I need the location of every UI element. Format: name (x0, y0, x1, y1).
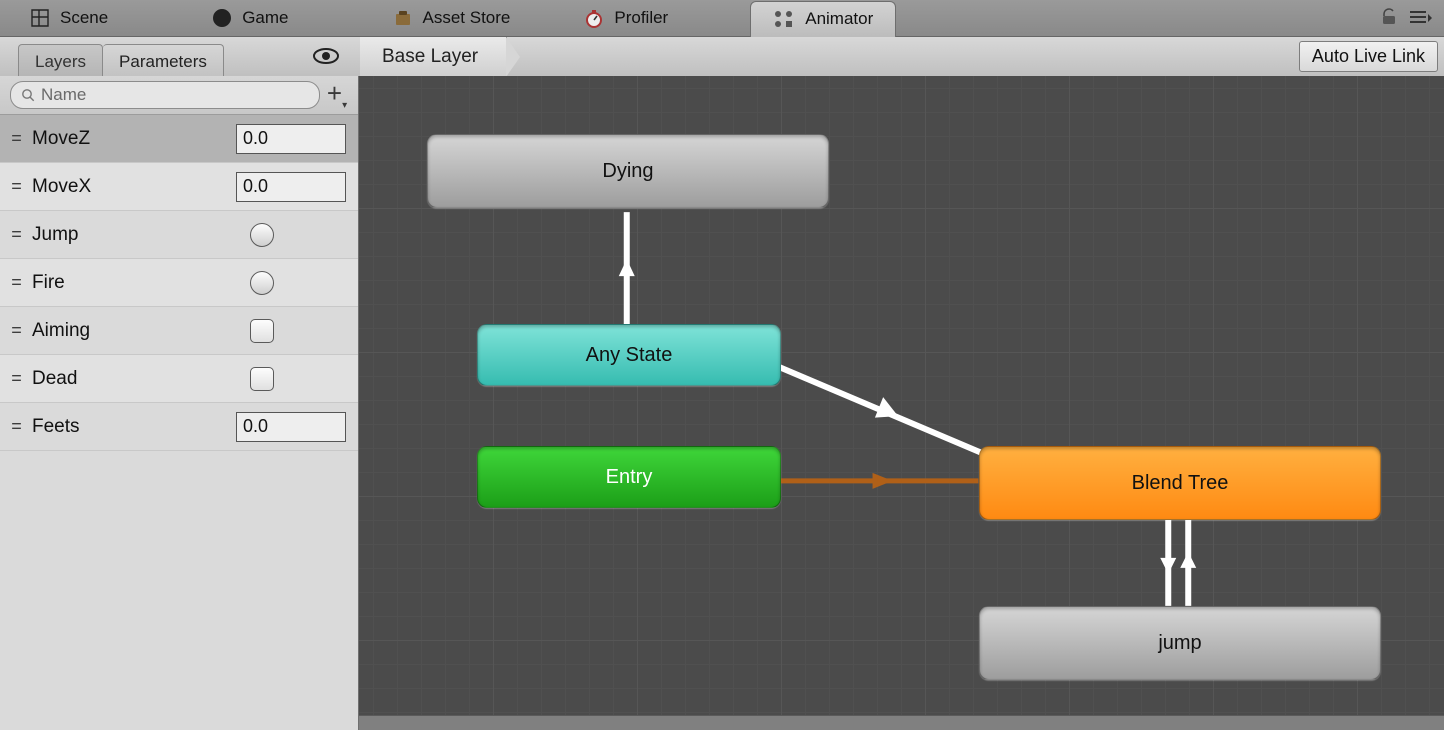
tab-label: Game (242, 8, 288, 28)
node-label: Entry (606, 466, 653, 489)
animator-graph[interactable]: Dying Any State Entry Blend Tree jump (359, 76, 1444, 730)
state-node-blend-tree[interactable]: Blend Tree (979, 446, 1381, 520)
breadcrumb: Base Layer (360, 37, 507, 77)
parameter-row[interactable]: = Dead (0, 355, 358, 403)
tab-label: Scene (60, 8, 108, 28)
parameter-name: Aiming (26, 320, 250, 342)
drag-handle-icon[interactable]: = (6, 368, 26, 389)
parameter-bool-checkbox[interactable] (250, 319, 274, 343)
parameter-value-field[interactable]: 0.0 (236, 172, 346, 202)
node-label: Blend Tree (1132, 472, 1229, 495)
state-node-jump[interactable]: jump (979, 606, 1381, 680)
animator-toolbar: Layers Parameters Base Layer Auto Live L… (0, 37, 1444, 78)
horizontal-scrollbar[interactable] (359, 715, 1444, 730)
tab-profiler[interactable]: Profiler (562, 0, 690, 36)
subtab-label: Layers (35, 52, 86, 72)
parameter-row[interactable]: = Fire (0, 259, 358, 307)
drag-handle-icon[interactable]: = (6, 320, 26, 341)
breadcrumb-label: Base Layer (382, 46, 478, 68)
parameter-list: = MoveZ 0.0 = MoveX 0.0 = Jump = Fire (0, 115, 358, 730)
scene-icon (30, 8, 50, 28)
parameter-row[interactable]: = Feets 0.0 (0, 403, 358, 451)
auto-live-link-button[interactable]: Auto Live Link (1299, 41, 1438, 72)
tab-label: Profiler (614, 8, 668, 28)
search-icon (21, 88, 35, 102)
tab-label: Animator (805, 9, 873, 29)
parameter-row[interactable]: = Jump (0, 211, 358, 259)
parameter-name: Fire (26, 272, 250, 294)
animator-icon (773, 9, 795, 29)
state-node-dying[interactable]: Dying (427, 134, 829, 208)
asset-store-icon (393, 8, 413, 28)
subtab-layers[interactable]: Layers (18, 44, 103, 77)
parameter-trigger-radio[interactable] (250, 271, 274, 295)
breadcrumb-item[interactable]: Base Layer (360, 37, 507, 77)
parameter-name: Dead (26, 368, 250, 390)
parameter-name: Jump (26, 224, 250, 246)
tab-asset-store[interactable]: Asset Store (371, 0, 533, 36)
profiler-icon (584, 8, 604, 28)
add-parameter-button[interactable]: +▾ (326, 78, 348, 111)
state-node-entry[interactable]: Entry (477, 446, 781, 508)
parameter-search-input[interactable]: Name (10, 81, 320, 109)
subtab-label: Parameters (119, 52, 207, 72)
node-label: jump (1158, 632, 1201, 655)
parameter-row[interactable]: = MoveZ 0.0 (0, 115, 358, 163)
node-label: Any State (586, 344, 673, 367)
game-icon (212, 8, 232, 28)
parameter-name: Feets (26, 416, 236, 438)
drag-handle-icon[interactable]: = (6, 128, 26, 149)
tab-animator[interactable]: Animator (750, 1, 896, 37)
drag-handle-icon[interactable]: = (6, 176, 26, 197)
parameter-name: MoveX (26, 176, 236, 198)
node-label: Dying (602, 160, 653, 183)
parameter-value-field[interactable]: 0.0 (236, 412, 346, 442)
parameter-row[interactable]: = Aiming (0, 307, 358, 355)
lock-icon[interactable] (1380, 8, 1398, 26)
parameter-trigger-radio[interactable] (250, 223, 274, 247)
drag-handle-icon[interactable]: = (6, 416, 26, 437)
drag-handle-icon[interactable]: = (6, 272, 26, 293)
parameter-name: MoveZ (26, 128, 236, 150)
parameter-bool-checkbox[interactable] (250, 367, 274, 391)
parameter-value-field[interactable]: 0.0 (236, 124, 346, 154)
subtab-parameters[interactable]: Parameters (103, 44, 224, 77)
window-tab-strip: Scene Game Asset Store Profiler Animator (0, 0, 1444, 37)
drag-handle-icon[interactable]: = (6, 224, 26, 245)
search-placeholder: Name (41, 85, 86, 105)
parameter-row[interactable]: = MoveX 0.0 (0, 163, 358, 211)
tab-label: Asset Store (423, 8, 511, 28)
tab-scene[interactable]: Scene (8, 0, 130, 36)
auto-live-link-label: Auto Live Link (1312, 46, 1425, 66)
visibility-icon[interactable] (312, 45, 340, 67)
tab-game[interactable]: Game (190, 0, 310, 36)
panel-options-icon[interactable] (1410, 10, 1432, 24)
parameters-panel: Name +▾ = MoveZ 0.0 = MoveX 0.0 = Jump (0, 76, 359, 730)
state-node-any-state[interactable]: Any State (477, 324, 781, 386)
